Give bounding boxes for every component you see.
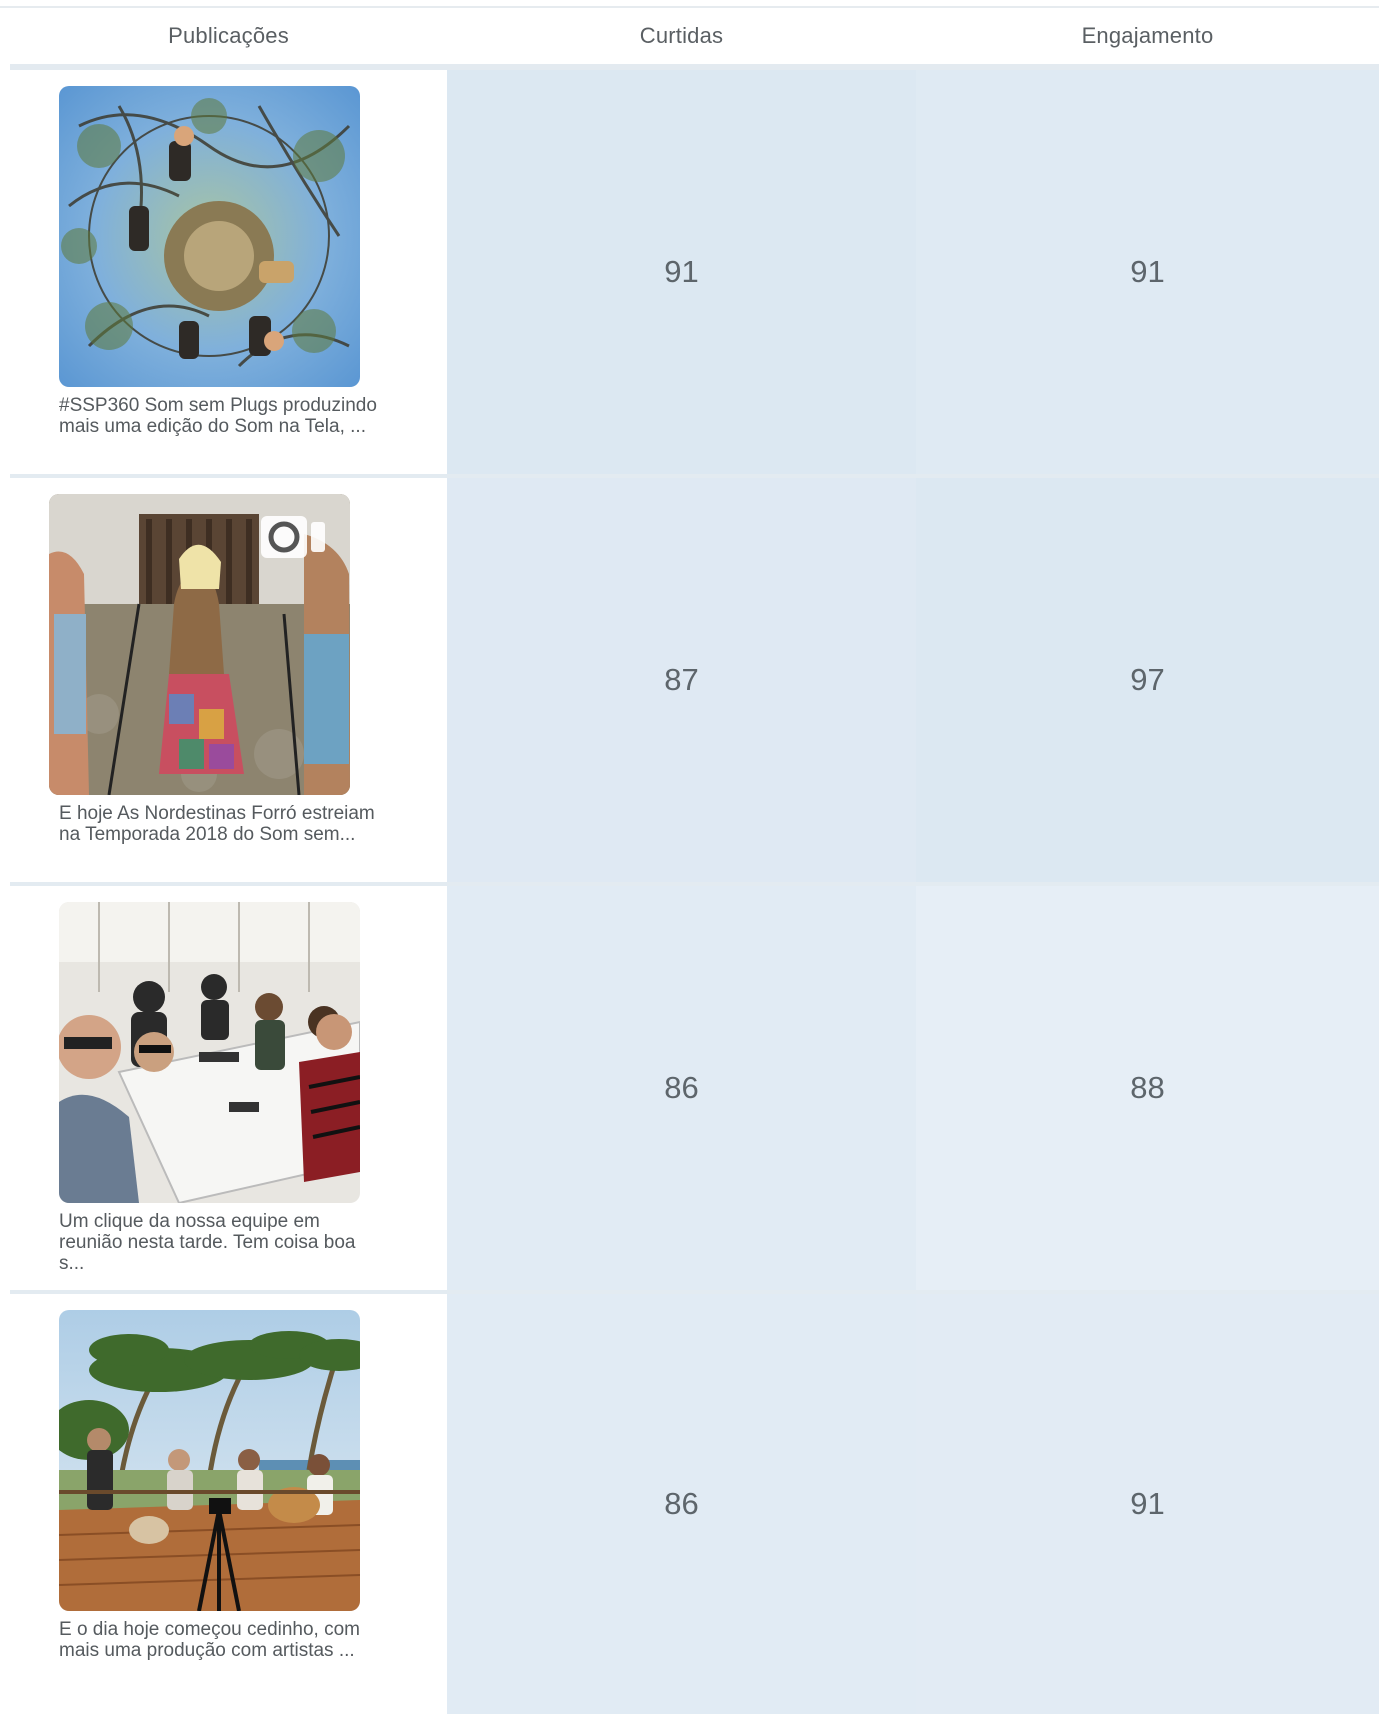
publication-cell: E hoje As Nordestinas Forró estreiam na … (10, 478, 447, 882)
publication-cell: #SSP360 Som sem Plugs produzindo mais um… (10, 70, 447, 474)
post-caption: Um clique da nossa equipe em reunião nes… (59, 1211, 356, 1274)
table-row: E o dia hoje começou cedinho, com mais u… (10, 1294, 1379, 1714)
post-thumbnail[interactable] (59, 86, 360, 387)
video-icon (261, 516, 325, 558)
likes-cell: 91 (447, 70, 916, 474)
engagement-cell: 91 (916, 1294, 1379, 1714)
header-publications[interactable]: Publicações (10, 23, 447, 49)
publication-cell: Um clique da nossa equipe em reunião nes… (10, 886, 447, 1290)
table-row: #SSP360 Som sem Plugs produzindo mais um… (10, 70, 1379, 478)
post-caption: E o dia hoje começou cedinho, com mais u… (59, 1619, 361, 1661)
engagement-cell: 91 (916, 70, 1379, 474)
post-thumbnail[interactable] (59, 902, 360, 1203)
likes-cell: 86 (447, 886, 916, 1290)
header-engagement[interactable]: Engajamento (916, 23, 1379, 49)
table-header: Publicações Curtidas Engajamento (10, 8, 1379, 70)
post-caption: E hoje As Nordestinas Forró estreiam na … (59, 803, 375, 845)
post-thumbnail[interactable] (49, 494, 350, 795)
post-thumbnail[interactable] (59, 1310, 360, 1611)
likes-cell: 87 (447, 478, 916, 882)
table-row: E hoje As Nordestinas Forró estreiam na … (10, 478, 1379, 886)
header-likes[interactable]: Curtidas (447, 23, 916, 49)
post-caption: #SSP360 Som sem Plugs produzindo mais um… (59, 395, 377, 437)
table-row: Um clique da nossa equipe em reunião nes… (10, 886, 1379, 1294)
posts-table: Publicações Curtidas Engajamento #SSP360… (10, 8, 1379, 1714)
engagement-cell: 88 (916, 886, 1379, 1290)
likes-cell: 86 (447, 1294, 916, 1714)
publication-cell: E o dia hoje começou cedinho, com mais u… (10, 1294, 447, 1714)
engagement-cell: 97 (916, 478, 1379, 882)
